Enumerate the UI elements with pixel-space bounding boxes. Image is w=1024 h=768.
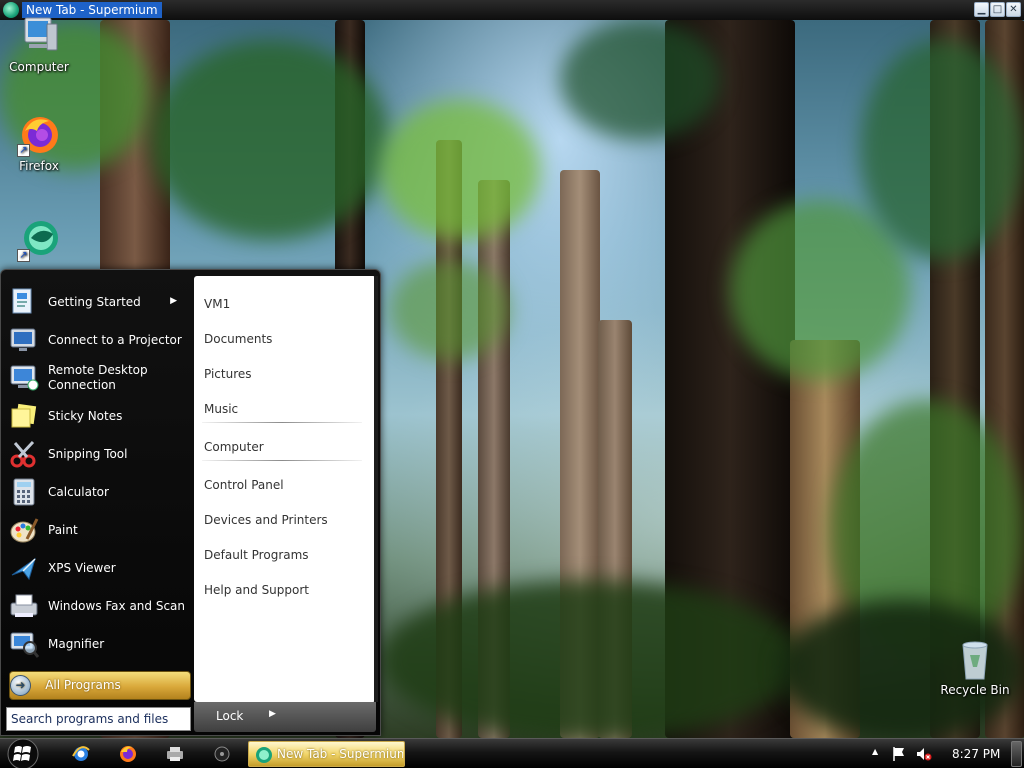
- volume-muted-icon[interactable]: [916, 746, 932, 765]
- place-documents[interactable]: Documents: [204, 327, 372, 351]
- program-snipping-tool[interactable]: Snipping Tool: [5, 436, 191, 472]
- program-label: Connect to a Projector: [48, 332, 182, 347]
- shortcut-arrow-icon: ↗: [17, 144, 30, 157]
- program-xps-viewer[interactable]: XPS Viewer: [5, 550, 191, 586]
- computer-icon: [17, 14, 61, 58]
- xps-viewer-icon: [9, 553, 39, 583]
- taskbar-clock[interactable]: 8:27 PM: [952, 747, 1000, 761]
- action-center-flag-icon[interactable]: [892, 746, 906, 765]
- windows-logo-icon: [7, 738, 39, 768]
- remote-desktop-icon: [9, 363, 39, 393]
- start-menu-places: VM1 Documents Pictures Music Computer Co…: [194, 276, 376, 702]
- supermium-icon: [256, 747, 272, 763]
- desktop-icon-label: Recycle Bin: [940, 683, 1010, 697]
- program-sticky-notes[interactable]: Sticky Notes: [5, 398, 191, 434]
- wallpaper-foliage: [380, 100, 540, 240]
- close-button[interactable]: ✕: [1006, 2, 1021, 17]
- taskbar: New Tab - Supermium ▲ 8:27 PM: [0, 738, 1024, 768]
- program-connect-projector[interactable]: Connect to a Projector: [5, 322, 191, 358]
- desktop-icon-computer[interactable]: Computer: [1, 14, 77, 74]
- firefox-icon[interactable]: [118, 744, 138, 764]
- place-devices-printers[interactable]: Devices and Printers: [204, 508, 372, 532]
- place-pictures[interactable]: Pictures: [204, 362, 372, 386]
- wallpaper-foliage: [860, 40, 1024, 260]
- program-label: Getting Started: [48, 294, 141, 309]
- program-paint[interactable]: Paint: [5, 512, 191, 548]
- program-magnifier[interactable]: Magnifier: [5, 626, 191, 662]
- taskbar-button-supermium[interactable]: New Tab - Supermium: [248, 741, 405, 767]
- start-menu: Getting Started ▶ Connect to a Projector…: [0, 269, 381, 736]
- all-programs-button[interactable]: All Programs ➜: [9, 671, 191, 700]
- program-fax-scan[interactable]: Windows Fax and Scan: [5, 588, 191, 624]
- internet-explorer-icon[interactable]: [71, 744, 91, 764]
- sticky-notes-icon: [9, 401, 39, 431]
- wallpaper-foliage: [560, 20, 720, 140]
- minimize-button[interactable]: ▁: [974, 2, 989, 17]
- program-calculator[interactable]: Calculator: [5, 474, 191, 510]
- snipping-tool-icon: [9, 439, 39, 469]
- wallpaper-foliage: [150, 40, 390, 240]
- firefox-icon: ↗: [17, 113, 61, 157]
- lock-label: Lock: [216, 709, 244, 723]
- program-label: Sticky Notes: [48, 408, 123, 423]
- wallpaper-foliage: [390, 260, 510, 360]
- fax-scan-icon: [9, 591, 39, 621]
- all-programs-label: All Programs: [45, 678, 121, 692]
- place-help-support[interactable]: Help and Support: [204, 578, 372, 602]
- shortcut-arrow-icon: ↗: [17, 249, 30, 262]
- getting-started-icon: [9, 287, 39, 317]
- place-music[interactable]: Music: [204, 397, 372, 421]
- supermium-icon: ↗: [17, 218, 61, 262]
- calculator-icon: [9, 477, 39, 507]
- show-hidden-icons-button[interactable]: ▲: [872, 747, 878, 756]
- arrow-right-icon: ➜: [10, 675, 31, 696]
- search-input[interactable]: [6, 707, 191, 731]
- recycle-bin-icon: [953, 637, 997, 681]
- desktop-icon-firefox[interactable]: ↗ Firefox: [1, 113, 77, 173]
- program-remote-desktop[interactable]: Remote Desktop Connection: [5, 360, 191, 396]
- start-menu-divider: [374, 276, 378, 702]
- show-desktop-button[interactable]: [1011, 741, 1022, 767]
- media-icon[interactable]: [212, 744, 232, 764]
- desktop-icon-label: Firefox: [19, 159, 59, 173]
- wallpaper-foliage: [380, 580, 800, 738]
- program-label: Snipping Tool: [48, 446, 128, 461]
- desktop-icon-recycle-bin[interactable]: Recycle Bin: [937, 637, 1013, 697]
- projector-icon: [9, 325, 39, 355]
- places-separator: [202, 460, 362, 461]
- program-getting-started[interactable]: Getting Started ▶: [5, 284, 191, 320]
- submenu-arrow-icon: ▶: [170, 296, 177, 306]
- lock-options-arrow-icon[interactable]: ▶: [269, 709, 276, 719]
- place-control-panel[interactable]: Control Panel: [204, 473, 372, 497]
- printer-icon[interactable]: [165, 744, 185, 764]
- desktop-icon-label: Computer: [9, 60, 69, 74]
- program-label: Calculator: [48, 484, 109, 499]
- program-label: XPS Viewer: [48, 560, 116, 575]
- place-user-folder[interactable]: VM1: [204, 292, 372, 316]
- maximize-button[interactable]: □: [990, 2, 1005, 17]
- start-menu-program-list: Getting Started ▶ Connect to a Projector…: [5, 278, 191, 668]
- magnifier-icon: [9, 629, 40, 659]
- program-label: Windows Fax and Scan: [48, 598, 186, 613]
- program-label: Paint: [48, 522, 78, 537]
- start-button[interactable]: [4, 737, 42, 768]
- program-label: Remote Desktop Connection: [48, 363, 148, 392]
- program-label: Magnifier: [48, 636, 105, 651]
- place-computer[interactable]: Computer: [204, 435, 372, 459]
- window-titlebar: New Tab - Supermium ▁ □ ✕: [0, 0, 1024, 20]
- taskbar-button-label: New Tab - Supermium: [277, 747, 403, 761]
- lock-button[interactable]: Lock ▶: [194, 702, 376, 732]
- paint-icon: [9, 515, 39, 545]
- desktop-icon-supermium[interactable]: ↗: [1, 218, 77, 264]
- place-default-programs[interactable]: Default Programs: [204, 543, 372, 567]
- places-separator: [202, 422, 362, 423]
